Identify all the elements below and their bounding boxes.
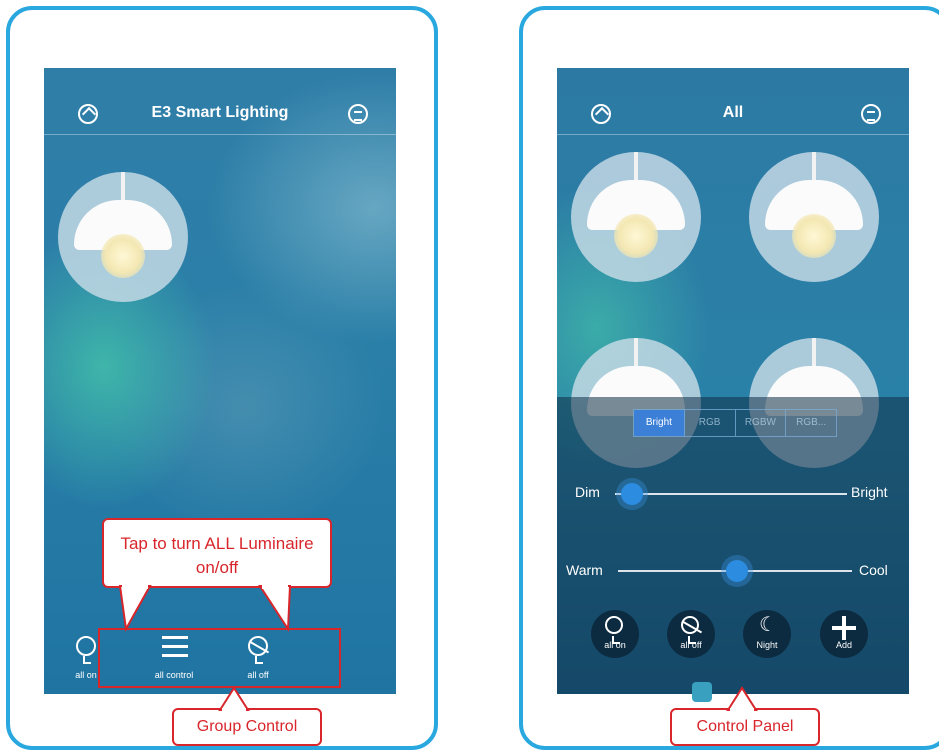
mode-tabs: Bright RGB RGBW RGB... bbox=[633, 409, 837, 437]
all-off-label: all off bbox=[680, 640, 702, 650]
moon-icon: ☾ bbox=[759, 614, 777, 636]
menu-icon[interactable] bbox=[348, 104, 368, 124]
callout-pointers bbox=[118, 585, 292, 633]
add-button[interactable]: Add bbox=[820, 610, 868, 658]
bulb-on-icon bbox=[605, 616, 623, 644]
tab-bright[interactable]: Bright bbox=[634, 410, 685, 436]
panel-toggle-handle[interactable] bbox=[692, 682, 712, 702]
luminaire-tile-2[interactable] bbox=[749, 152, 879, 282]
group-control-pointer bbox=[218, 686, 250, 712]
tap-all-callout-text: Tap to turn ALL Luminaire on/off bbox=[120, 534, 314, 577]
app-header: E3 Smart Lighting bbox=[44, 68, 396, 135]
app-header-all: All bbox=[557, 68, 909, 135]
luminaire-tile[interactable] bbox=[58, 172, 188, 302]
tab-rgb-more[interactable]: RGB... bbox=[786, 410, 836, 436]
brightness-knob[interactable] bbox=[621, 483, 643, 505]
temperature-knob[interactable] bbox=[726, 560, 748, 582]
tab-rgbw[interactable]: RGBW bbox=[736, 410, 787, 436]
all-on-label: all on bbox=[604, 640, 626, 650]
control-panel-callout-text: Control Panel bbox=[696, 718, 794, 735]
app-title: E3 Smart Lighting bbox=[151, 104, 289, 121]
lamp-bulb bbox=[792, 214, 836, 258]
menu-icon[interactable] bbox=[861, 104, 881, 124]
lamp-cord bbox=[634, 152, 638, 182]
night-button[interactable]: ☾ Night bbox=[743, 610, 791, 658]
cool-label: Cool bbox=[859, 562, 888, 578]
all-on-button[interactable]: all on bbox=[591, 610, 639, 658]
lamp-cord bbox=[812, 338, 816, 368]
lamp-cord bbox=[634, 338, 638, 368]
bulb-off-icon bbox=[681, 616, 699, 644]
group-control-callout-text: Group Control bbox=[196, 718, 298, 735]
group-control-highlight bbox=[98, 628, 341, 688]
control-panel-callout: Control Panel bbox=[670, 708, 820, 746]
tab-rgb[interactable]: RGB bbox=[685, 410, 736, 436]
tap-all-callout: Tap to turn ALL Luminaire on/off bbox=[102, 518, 332, 588]
warm-label: Warm bbox=[566, 562, 603, 578]
control-panel-pointer bbox=[726, 686, 758, 712]
lamp-bulb bbox=[614, 214, 658, 258]
lamp-bulb bbox=[101, 234, 145, 278]
plus-icon bbox=[832, 616, 856, 640]
dim-label: Dim bbox=[575, 484, 600, 500]
bulb-on-icon bbox=[76, 636, 96, 664]
luminaire-tile-1[interactable] bbox=[571, 152, 701, 282]
lamp-cord bbox=[121, 172, 125, 202]
night-label: Night bbox=[756, 640, 778, 650]
group-title: All bbox=[722, 104, 744, 121]
group-control-callout: Group Control bbox=[172, 708, 322, 746]
brightness-track[interactable] bbox=[615, 493, 847, 495]
all-off-button[interactable]: all off bbox=[667, 610, 715, 658]
bright-label: Bright bbox=[851, 484, 888, 500]
lamp-cord bbox=[812, 152, 816, 182]
add-label: Add bbox=[835, 640, 852, 650]
